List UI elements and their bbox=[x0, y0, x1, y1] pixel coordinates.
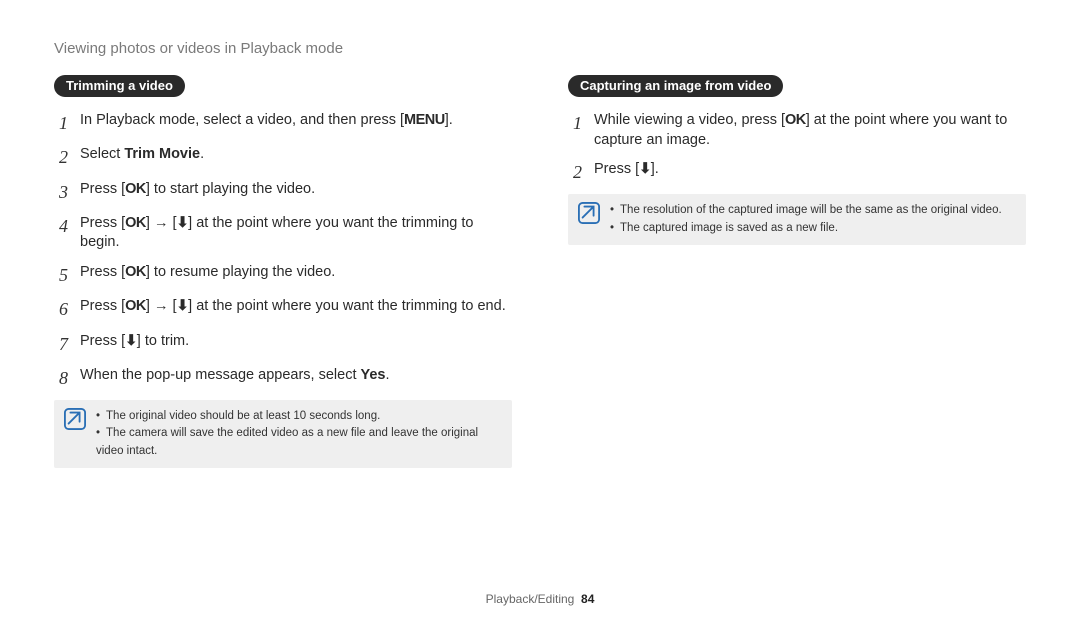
step-number: 7 bbox=[54, 332, 68, 356]
note-item: The resolution of the captured image wil… bbox=[610, 202, 1002, 219]
step: 6 Press [OK] → [⬇] at the point where you… bbox=[54, 297, 512, 321]
step-text: Select Trim Movie. bbox=[80, 145, 512, 169]
note-item: The captured image is saved as a new fil… bbox=[610, 220, 1002, 237]
step-number: 2 bbox=[54, 145, 68, 169]
footer-section: Playback/Editing bbox=[486, 592, 575, 606]
step-text: Press [OK] → [⬇] at the point where you … bbox=[80, 297, 512, 321]
step-text: Press [OK] to resume playing the video. bbox=[80, 263, 512, 287]
step-text: Press [⬇] to trim. bbox=[80, 332, 512, 356]
note-item: The original video should be at least 10… bbox=[96, 408, 502, 425]
step: 1 While viewing a video, press [OK] at th… bbox=[568, 111, 1026, 150]
step-text: Press [⬇]. bbox=[594, 160, 1026, 184]
down-button-glyph: ⬇ bbox=[177, 298, 189, 314]
down-button-glyph: ⬇ bbox=[125, 333, 137, 349]
step-text: When the pop-up message appears, select … bbox=[80, 366, 512, 390]
note-icon bbox=[578, 202, 600, 237]
ok-button-glyph: OK bbox=[125, 298, 146, 314]
step-number: 4 bbox=[54, 214, 68, 253]
step: 1 In Playback mode, select a video, and t… bbox=[54, 111, 512, 135]
down-button-glyph: ⬇ bbox=[639, 161, 651, 177]
step: 5 Press [OK] to resume playing the video. bbox=[54, 263, 512, 287]
step-number: 3 bbox=[54, 180, 68, 204]
step: 4 Press [OK] → [⬇] at the point where you… bbox=[54, 214, 512, 253]
step-text: Press [OK] → [⬇] at the point where you … bbox=[80, 214, 512, 253]
note-icon bbox=[64, 408, 86, 460]
right-column: Capturing an image from video 1 While vie… bbox=[568, 75, 1026, 468]
down-button-glyph: ⬇ bbox=[177, 215, 189, 231]
page-number: 84 bbox=[581, 592, 594, 606]
ok-button-glyph: OK bbox=[785, 112, 806, 128]
ok-button-glyph: OK bbox=[125, 181, 146, 197]
ok-button-glyph: OK bbox=[125, 215, 146, 231]
menu-button-glyph: MENU bbox=[404, 112, 445, 128]
step-number: 5 bbox=[54, 263, 68, 287]
note-box-trimming: The original video should be at least 10… bbox=[54, 400, 512, 468]
steps-list-capturing: 1 While viewing a video, press [OK] at th… bbox=[568, 111, 1026, 184]
two-column-layout: Trimming a video 1 In Playback mode, sele… bbox=[54, 75, 1026, 468]
step: 8 When the pop-up message appears, select… bbox=[54, 366, 512, 390]
step: 2 Press [⬇]. bbox=[568, 160, 1026, 184]
step: 3 Press [OK] to start playing the video. bbox=[54, 180, 512, 204]
note-item: The camera will save the edited video as… bbox=[96, 425, 502, 460]
step-text: Press [OK] to start playing the video. bbox=[80, 180, 512, 204]
step-text: In Playback mode, select a video, and th… bbox=[80, 111, 512, 135]
note-list: The original video should be at least 10… bbox=[96, 408, 502, 460]
section-pill-capturing: Capturing an image from video bbox=[568, 75, 783, 97]
step: 2 Select Trim Movie. bbox=[54, 145, 512, 169]
step: 7 Press [⬇] to trim. bbox=[54, 332, 512, 356]
step-number: 6 bbox=[54, 297, 68, 321]
step-text: While viewing a video, press [OK] at the… bbox=[594, 111, 1026, 150]
section-pill-trimming: Trimming a video bbox=[54, 75, 185, 97]
arrow-icon: → bbox=[154, 297, 169, 317]
note-list: The resolution of the captured image wil… bbox=[610, 202, 1002, 237]
page-title: Viewing photos or videos in Playback mod… bbox=[54, 40, 1026, 57]
step-number: 1 bbox=[54, 111, 68, 135]
step-number: 1 bbox=[568, 111, 582, 150]
step-number: 2 bbox=[568, 160, 582, 184]
steps-list-trimming: 1 In Playback mode, select a video, and t… bbox=[54, 111, 512, 390]
note-box-capturing: The resolution of the captured image wil… bbox=[568, 194, 1026, 245]
left-column: Trimming a video 1 In Playback mode, sele… bbox=[54, 75, 512, 468]
arrow-icon: → bbox=[154, 214, 169, 234]
ok-button-glyph: OK bbox=[125, 264, 146, 280]
page-content: Viewing photos or videos in Playback mod… bbox=[0, 0, 1080, 630]
page-footer: Playback/Editing 84 bbox=[0, 592, 1080, 606]
step-number: 8 bbox=[54, 366, 68, 390]
